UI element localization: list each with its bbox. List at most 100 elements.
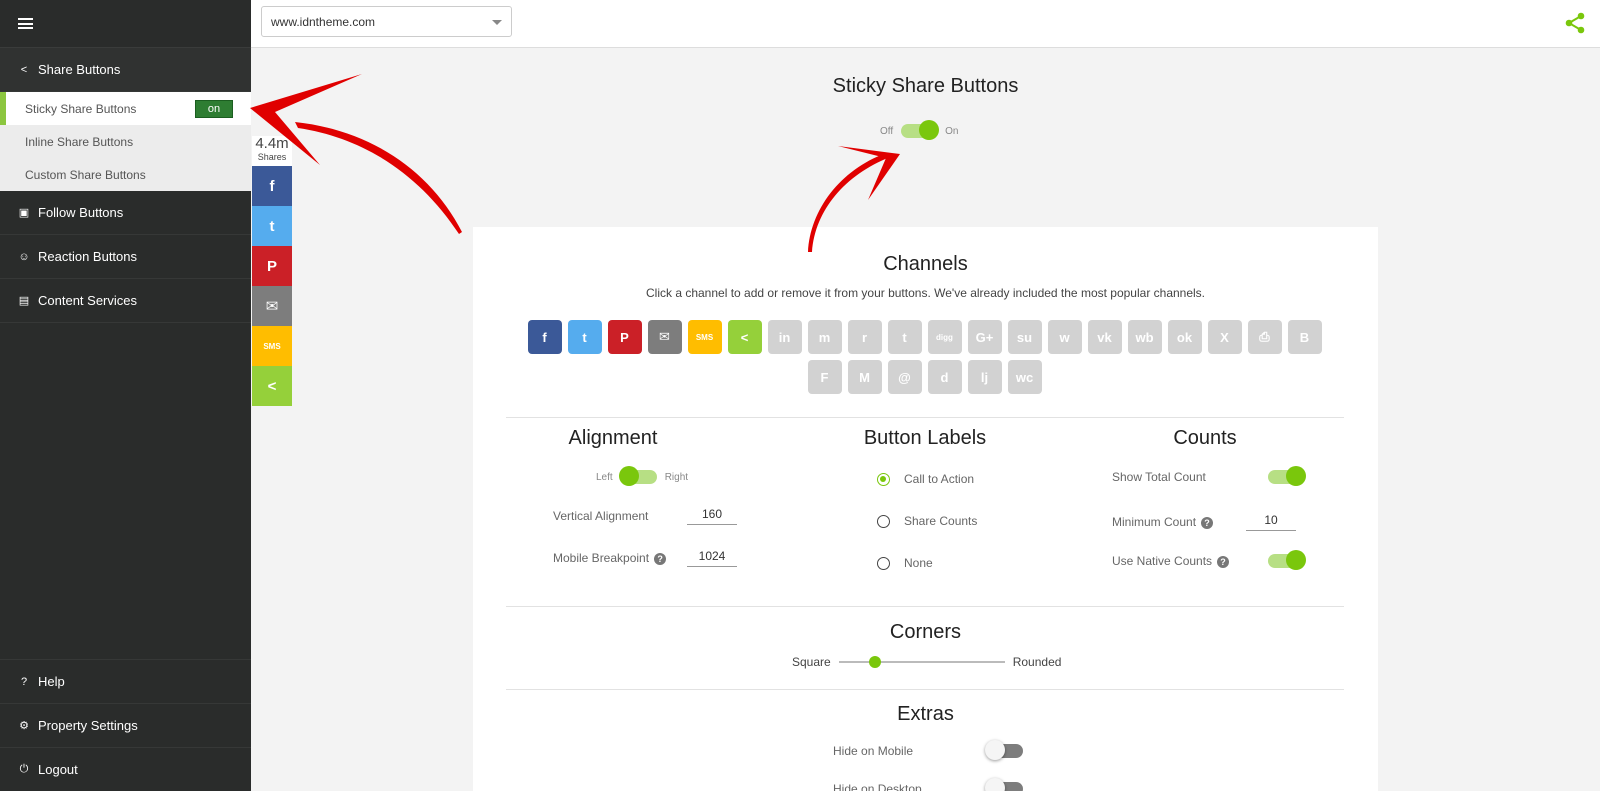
channel-print-button[interactable]: ⎙ xyxy=(1247,320,1282,354)
divider xyxy=(506,417,1344,418)
nav-content-services[interactable]: ▤ Content Services xyxy=(0,279,251,323)
nav-property-label: Property Settings xyxy=(38,718,138,733)
channel-sms-button[interactable]: SMS xyxy=(687,320,722,354)
channel-reddit-button[interactable]: r xyxy=(847,320,882,354)
slider-thumb[interactable] xyxy=(869,656,882,668)
channel-sharethis-button[interactable]: < xyxy=(727,320,762,354)
nav-content-label: Content Services xyxy=(38,293,137,308)
channel-weibo-button[interactable]: wb xyxy=(1127,320,1162,354)
native-counts-label-wrap: Use Native Counts? xyxy=(1112,554,1260,568)
channel-pinterest-button[interactable]: P xyxy=(607,320,642,354)
minimum-count-input[interactable] xyxy=(1246,513,1296,531)
channel-googleplus-button[interactable]: G+ xyxy=(967,320,1002,354)
sticky-share-preview: 4.4m Shares f t P ✉ SMS < xyxy=(252,136,292,406)
gear-icon: ⚙ xyxy=(19,720,29,732)
channel-flipboard-button[interactable]: F xyxy=(807,360,842,394)
channel-livejournal-button[interactable]: lj xyxy=(967,360,1002,394)
nav-logout[interactable]: ⏻ Logout xyxy=(0,747,251,791)
corners-right-label: Rounded xyxy=(1012,655,1062,669)
facebook-icon[interactable]: f xyxy=(252,166,292,206)
channel-digg-button[interactable]: digg xyxy=(927,320,962,354)
channel-tumblr-button[interactable]: t xyxy=(887,320,922,354)
nav-follow-buttons[interactable]: ▣ Follow Buttons xyxy=(0,191,251,235)
chevron-down-icon xyxy=(492,20,502,25)
vertical-alignment-input[interactable] xyxy=(687,507,737,525)
hamburger-icon[interactable] xyxy=(18,18,33,29)
topbar: www.idntheme.com xyxy=(251,0,1600,48)
channel-whatsapp-button[interactable]: w xyxy=(1047,320,1082,354)
help-icon[interactable]: ? xyxy=(1201,517,1214,529)
channel-stumbleupon-button[interactable]: su xyxy=(1007,320,1042,354)
share-icon[interactable] xyxy=(1564,12,1586,34)
sms-icon[interactable]: SMS xyxy=(252,326,292,366)
mobile-breakpoint-input[interactable] xyxy=(687,549,737,567)
property-select[interactable]: www.idntheme.com xyxy=(261,6,512,37)
label-option-cta-text: Call to Action xyxy=(904,472,975,486)
hide-desktop-toggle[interactable] xyxy=(985,778,1023,791)
nav-property-settings[interactable]: ⚙ Property Settings xyxy=(0,703,251,747)
alignment-right-label: Right xyxy=(664,471,689,483)
label-option-none[interactable]: None xyxy=(877,556,933,570)
email-icon[interactable]: ✉ xyxy=(252,286,292,326)
alignment-toggle[interactable] xyxy=(618,466,657,486)
channel-email-button[interactable]: ✉ xyxy=(647,320,682,354)
help-icon[interactable]: ? xyxy=(654,553,667,565)
hide-mobile-toggle[interactable] xyxy=(985,740,1023,760)
pinterest-icon[interactable]: P xyxy=(252,246,292,286)
channel-twitter-button[interactable]: t xyxy=(567,320,602,354)
radio-share-counts[interactable] xyxy=(877,514,890,528)
channel-xing-button[interactable]: X xyxy=(1207,320,1242,354)
show-total-toggle[interactable] xyxy=(1268,466,1306,486)
label-option-cta[interactable]: Call to Action xyxy=(877,472,974,486)
hide-desktop-label: Hide on Desktop xyxy=(833,782,922,791)
channel-blogger-button[interactable]: B xyxy=(1287,320,1322,354)
native-counts-toggle[interactable] xyxy=(1268,550,1306,570)
page-title: Sticky Share Buttons xyxy=(832,75,1019,97)
native-counts-label: Use Native Counts xyxy=(1112,554,1213,568)
channel-vk-button[interactable]: vk xyxy=(1087,320,1122,354)
twitter-icon[interactable]: t xyxy=(252,206,292,246)
channel-grid: f t P ✉ SMS < in m r t digg G+ su w vk wb ok X ⎙ B F M @ d lj wc xyxy=(522,320,1327,394)
counts-section: Counts xyxy=(1065,427,1345,450)
divider xyxy=(506,606,1344,607)
nav-follow-label: Follow Buttons xyxy=(38,205,124,220)
enable-toggle-group: Off On xyxy=(880,120,959,140)
share-subnav: Sticky Share Buttons on Inline Share But… xyxy=(0,92,251,191)
native-counts-row: Use Native Counts? xyxy=(1112,550,1312,570)
show-total-row: Show Total Count xyxy=(1112,466,1312,486)
question-icon: ? xyxy=(20,675,28,688)
radio-cta[interactable] xyxy=(877,472,890,486)
subnav-sticky-share-buttons[interactable]: Sticky Share Buttons on xyxy=(0,92,251,125)
label-option-counts[interactable]: Share Counts xyxy=(877,514,977,528)
subnav-inline-share-buttons[interactable]: Inline Share Buttons xyxy=(0,125,251,158)
channel-meneame-button[interactable]: M xyxy=(847,360,882,394)
channel-linkedin-button[interactable]: in xyxy=(767,320,802,354)
minimum-count-row: Minimum Count? xyxy=(1112,513,1296,531)
nav-share-buttons[interactable]: < Share Buttons xyxy=(0,48,251,92)
label-option-none-text: None xyxy=(904,556,933,570)
button-labels-title: Button Labels xyxy=(863,427,987,449)
channel-delicious-button[interactable]: d xyxy=(927,360,962,394)
sharethis-icon[interactable]: < xyxy=(252,366,292,406)
vertical-alignment-label: Vertical Alignment xyxy=(553,509,649,523)
channel-facebook-button[interactable]: f xyxy=(527,320,562,354)
radio-none[interactable] xyxy=(877,556,890,570)
channel-odnoklassniki-button[interactable]: ok xyxy=(1167,320,1202,354)
hide-mobile-row: Hide on Mobile xyxy=(833,740,1031,760)
channels-title: Channels xyxy=(883,253,968,275)
help-icon[interactable]: ? xyxy=(1217,556,1230,568)
enable-toggle[interactable] xyxy=(901,120,940,140)
share-count-value: 4.4m xyxy=(255,135,289,152)
nav-logout-label: Logout xyxy=(38,762,78,777)
channel-mailru-button[interactable]: @ xyxy=(887,360,922,394)
channel-wechat-button[interactable]: wc xyxy=(1007,360,1042,394)
corners-slider[interactable] xyxy=(838,656,1005,668)
divider xyxy=(506,689,1344,690)
settings-card: Channels Click a channel to add or remov… xyxy=(473,227,1378,791)
subnav-custom-share-buttons[interactable]: Custom Share Buttons xyxy=(0,158,251,191)
nav-reaction-buttons[interactable]: ☺ Reaction Buttons xyxy=(0,235,251,279)
menu-toggle xyxy=(0,0,251,48)
channel-messenger-button[interactable]: m xyxy=(807,320,842,354)
nav-help[interactable]: ? Help xyxy=(0,659,251,703)
extras-title: Extras xyxy=(897,703,954,725)
